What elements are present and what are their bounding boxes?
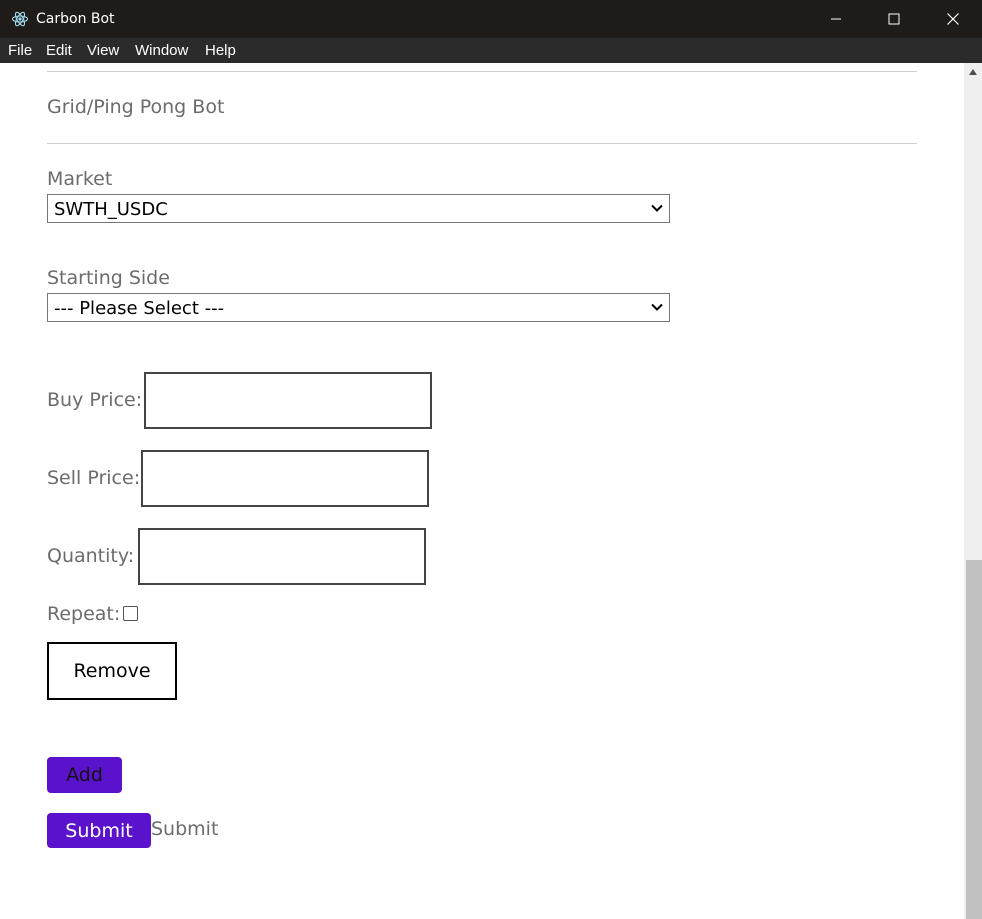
quantity-label: Quantity: bbox=[47, 545, 135, 567]
market-select-value: SWTH_USDC bbox=[54, 199, 168, 220]
main-content: Grid/Ping Pong Bot Market SWTH_USDC Star… bbox=[0, 63, 964, 919]
window-title: Carbon Bot bbox=[36, 11, 115, 27]
starting-side-select[interactable]: --- Please Select --- bbox=[47, 293, 670, 322]
close-button[interactable] bbox=[924, 0, 982, 38]
close-icon bbox=[947, 13, 959, 25]
starting-side-select-value: --- Please Select --- bbox=[54, 298, 225, 319]
submit-button[interactable]: Submit bbox=[47, 813, 151, 848]
remove-button[interactable]: Remove bbox=[47, 642, 177, 700]
section-title: Grid/Ping Pong Bot bbox=[47, 96, 225, 118]
title-bar: Carbon Bot bbox=[0, 0, 982, 38]
menu-bar: File Edit View Window Help bbox=[0, 38, 982, 63]
chevron-down-icon bbox=[651, 204, 663, 212]
buy-price-label: Buy Price: bbox=[47, 389, 143, 411]
repeat-checkbox[interactable] bbox=[123, 606, 138, 621]
menu-view[interactable]: View bbox=[87, 42, 119, 59]
divider bbox=[47, 143, 917, 144]
minimize-button[interactable] bbox=[807, 0, 865, 38]
maximize-button[interactable] bbox=[865, 0, 923, 38]
menu-edit[interactable]: Edit bbox=[46, 42, 72, 59]
maximize-icon bbox=[888, 13, 900, 25]
starting-side-label: Starting Side bbox=[47, 267, 170, 289]
sell-price-input[interactable] bbox=[141, 450, 429, 507]
sell-price-label: Sell Price: bbox=[47, 467, 141, 489]
scroll-up-arrow-icon[interactable] bbox=[969, 69, 977, 75]
chevron-down-icon bbox=[651, 303, 663, 311]
market-label: Market bbox=[47, 168, 113, 190]
menu-file[interactable]: File bbox=[8, 42, 32, 59]
menu-window[interactable]: Window bbox=[135, 42, 188, 59]
scrollbar-thumb[interactable] bbox=[966, 560, 982, 919]
menu-help[interactable]: Help bbox=[205, 42, 236, 59]
quantity-input[interactable] bbox=[138, 528, 426, 585]
add-button[interactable]: Add bbox=[47, 757, 122, 793]
electron-app-icon bbox=[11, 11, 29, 27]
submit-text: Submit bbox=[151, 818, 219, 840]
divider bbox=[47, 71, 917, 72]
vertical-scrollbar[interactable] bbox=[964, 63, 982, 919]
buy-price-input[interactable] bbox=[144, 372, 432, 429]
minimize-icon bbox=[831, 18, 841, 20]
repeat-label: Repeat: bbox=[47, 603, 121, 625]
market-select[interactable]: SWTH_USDC bbox=[47, 194, 670, 223]
